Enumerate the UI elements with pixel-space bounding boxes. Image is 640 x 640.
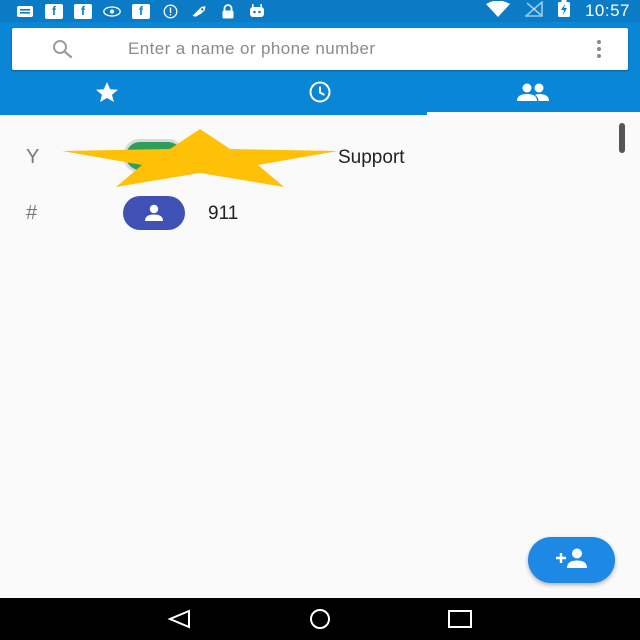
- info-icon: [161, 4, 179, 19]
- eye-icon: [103, 4, 121, 19]
- system-icons: 10:57: [485, 0, 630, 23]
- lock-icon: [219, 3, 237, 19]
- rocket-icon: [190, 4, 208, 19]
- tab-bar: [0, 74, 640, 115]
- android-icon: [248, 4, 266, 19]
- scrollbar[interactable]: [619, 123, 625, 153]
- contact-list: Y Support # 911: [0, 115, 640, 598]
- home-button[interactable]: [300, 603, 340, 635]
- back-icon: [167, 609, 190, 629]
- status-bar: f f f 10:57: [0, 0, 640, 22]
- contact-name: Support: [338, 147, 405, 168]
- star-icon: [92, 81, 122, 108]
- search-input[interactable]: Enter a name or phone number: [128, 39, 375, 59]
- app-header: Enter a name or phone number: [0, 22, 640, 115]
- more-options-icon[interactable]: [592, 38, 606, 60]
- recents-icon: [448, 610, 472, 628]
- add-contact-icon: [553, 547, 591, 574]
- section-header: #: [26, 202, 38, 224]
- avatar: [123, 196, 185, 230]
- contact-name: 911: [208, 203, 239, 224]
- navigation-bar: [0, 598, 640, 640]
- home-icon: [310, 609, 330, 629]
- add-contact-button[interactable]: [528, 537, 615, 583]
- search-bar[interactable]: Enter a name or phone number: [12, 28, 628, 70]
- tab-favorites[interactable]: [0, 74, 213, 115]
- list-item[interactable]: # 911: [0, 185, 640, 241]
- search-icon[interactable]: [50, 39, 78, 59]
- facebook-icon: f: [74, 3, 92, 19]
- back-button[interactable]: [160, 603, 200, 635]
- wifi-icon: [485, 0, 511, 22]
- facebook-icon: f: [45, 3, 63, 19]
- recents-button[interactable]: [440, 603, 480, 635]
- notification-icon: [16, 4, 34, 19]
- tab-contacts[interactable]: [426, 74, 640, 115]
- clock-icon: [304, 81, 336, 108]
- battery-charging-icon: [557, 0, 571, 23]
- star-sticker-overlay: [62, 129, 338, 187]
- no-signal-icon: [523, 0, 543, 22]
- section-header: Y: [26, 146, 40, 168]
- facebook-icon: f: [132, 3, 150, 19]
- notification-icons: f f f: [16, 3, 266, 19]
- tab-recents[interactable]: [213, 74, 426, 115]
- clock-time: 10:57: [584, 1, 630, 20]
- people-icon: [515, 82, 551, 107]
- person-icon: [145, 204, 163, 221]
